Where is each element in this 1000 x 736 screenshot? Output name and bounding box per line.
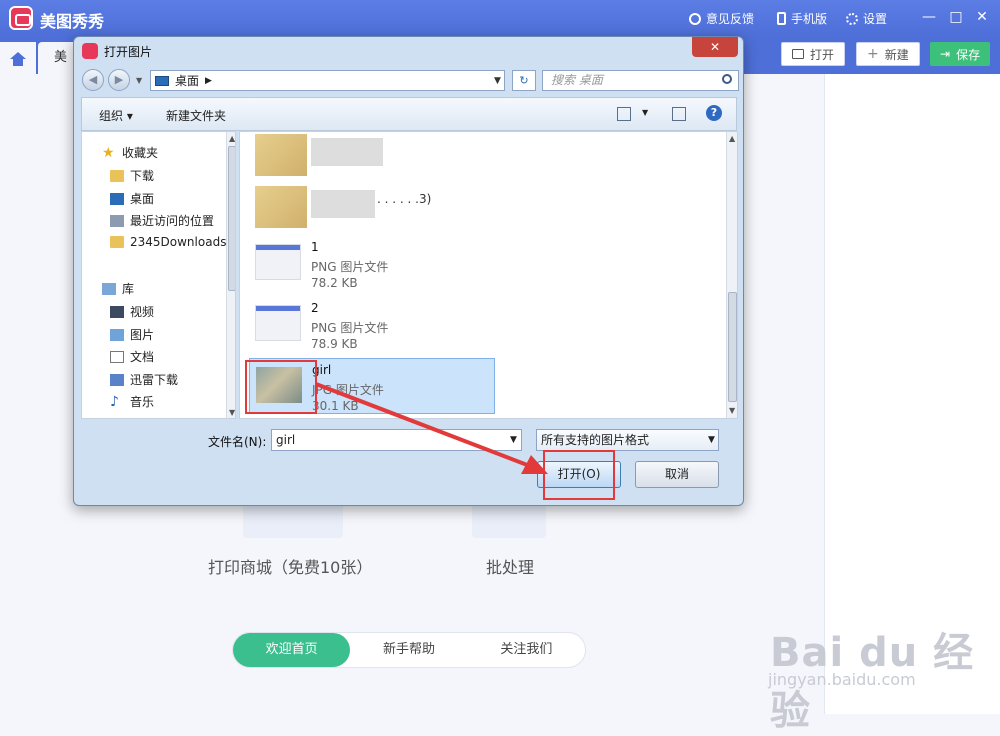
annotation-arrow	[315, 382, 548, 474]
arrow-shaft	[315, 382, 536, 470]
